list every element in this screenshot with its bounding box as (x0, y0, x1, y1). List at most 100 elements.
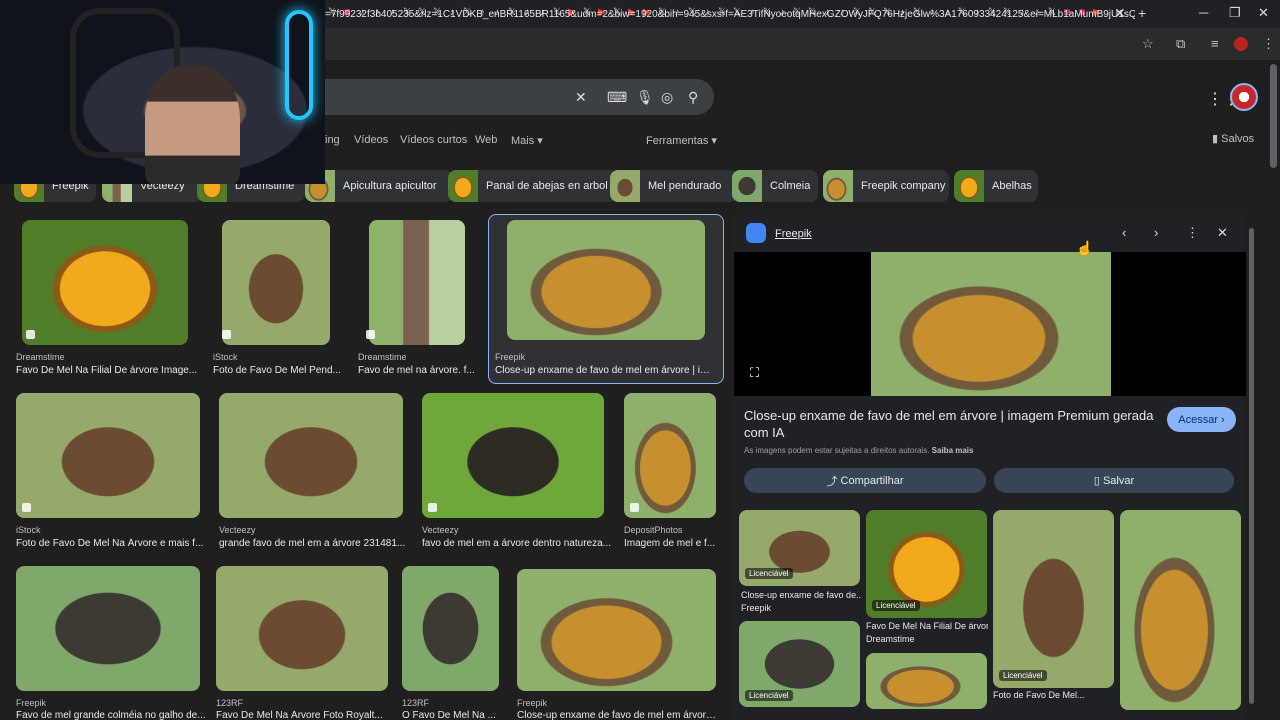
result-image[interactable] (222, 220, 330, 345)
related-image[interactable]: Licenciável Foto de Favo De Mel... (993, 510, 1115, 702)
result-title[interactable]: Foto de Favo De Mel Pend... (213, 365, 341, 376)
related-source: Freepik (741, 603, 772, 613)
keyboard-icon[interactable]: ⌨ (607, 89, 627, 106)
result-image[interactable] (422, 393, 604, 518)
result-source: Vecteezy (219, 525, 256, 535)
microphone-icon[interactable]: 🎙 (636, 89, 654, 106)
image-result[interactable]: Vecteezy favo de mel em a árvore dentro … (422, 393, 617, 553)
result-title[interactable]: Imagem de mel e f... (624, 538, 718, 549)
result-image[interactable] (16, 566, 200, 691)
window-close-icon[interactable]: ✕ (1258, 5, 1269, 21)
result-image[interactable] (507, 220, 705, 340)
saved-button[interactable]: ▮ Salvos (1212, 132, 1254, 145)
related-thumbnail[interactable] (1120, 510, 1241, 710)
search-icon[interactable]: ⚲ (688, 89, 698, 106)
image-result[interactable]: Freepik Favo de mel grande colméia no ga… (16, 566, 211, 720)
image-result[interactable]: Dreamstime Favo de mel na árvore. f... (358, 220, 478, 380)
lens-visual-search-icon[interactable]: ⛶ (750, 365, 759, 381)
extensions-icon[interactable]: ⧉ (1176, 36, 1185, 52)
clear-search-icon[interactable]: ✕ (575, 89, 587, 106)
related-image[interactable] (866, 653, 988, 713)
saved-icon: ▮ (1212, 133, 1222, 145)
share-button[interactable]: ⤴ Compartilhar (744, 468, 986, 493)
licensable-badge: Licenciável (745, 690, 793, 701)
minimize-icon[interactable]: ─ (1199, 5, 1208, 20)
media-controls-icon[interactable]: ≡ (1211, 36, 1219, 51)
tab-more[interactable]: Mais ▾ (511, 134, 543, 147)
chip-mel-pendurado[interactable]: Mel pendurado (610, 170, 738, 202)
result-title[interactable]: grande favo de mel em a árvore 231481... (219, 538, 411, 549)
new-tab-button[interactable]: + (1138, 5, 1146, 21)
close-preview-icon[interactable]: ✕ (1217, 225, 1228, 241)
related-image[interactable]: Licenciável (739, 621, 861, 709)
image-result[interactable]: Freepik Close-up enxame de favo de mel e… (517, 569, 717, 720)
bookmark-star-icon[interactable]: ☆ (1142, 36, 1154, 52)
result-image[interactable] (517, 569, 716, 691)
result-image[interactable] (216, 566, 388, 691)
preview-source-link[interactable]: Freepik (775, 228, 812, 240)
image-result[interactable]: Dreamstime Favo De Mel Na Filial De árvo… (16, 220, 206, 380)
chip-panal-de-abejas[interactable]: Panal de abejas en arbol (448, 170, 618, 202)
related-image[interactable] (1120, 510, 1242, 710)
image-result-selected[interactable]: Freepik Close-up enxame de favo de mel e… (495, 220, 717, 380)
browser-profile-icon[interactable] (1234, 37, 1248, 51)
result-image[interactable] (369, 220, 465, 345)
result-title[interactable]: Close-up enxame de favo de mel em árvore… (517, 710, 717, 720)
tools-button[interactable]: Ferramentas ▾ (646, 134, 717, 147)
visit-button[interactable]: Acessar › (1167, 407, 1236, 432)
image-result[interactable]: Vecteezy grande favo de mel em a árvore … (219, 393, 414, 553)
result-image[interactable] (624, 393, 716, 518)
result-source: Freepik (495, 352, 526, 362)
related-title[interactable]: Favo De Mel Na Filial De árvor... (866, 621, 988, 631)
chip-thumbnail (610, 170, 640, 202)
avatar[interactable] (1230, 83, 1258, 111)
tab-videos[interactable]: Vídeos (354, 134, 388, 146)
result-title[interactable]: Favo De Mel Na Árvore Foto Royalt... (216, 710, 391, 720)
result-image[interactable] (16, 393, 200, 518)
image-result[interactable]: iStock Foto de Favo De Mel Na Árvore e m… (16, 393, 211, 553)
tab-web[interactable]: Web (475, 134, 497, 146)
related-title[interactable]: Foto de Favo De Mel... (993, 690, 1115, 700)
chip-colmeia[interactable]: Colmeia (732, 170, 818, 202)
related-title[interactable]: Close-up enxame de favo de... (741, 590, 861, 600)
related-image[interactable]: Licenciável Close-up enxame de favo de..… (739, 510, 861, 615)
image-result[interactable]: DepositPhotos Imagem de mel e f... (624, 393, 719, 553)
result-title[interactable]: O Favo De Mel Na ... (402, 710, 500, 720)
result-title[interactable]: favo de mel em a árvore dentro natureza.… (422, 538, 614, 549)
save-button[interactable]: ▯ Salvar (994, 468, 1234, 493)
maximize-icon[interactable]: ❐ (1229, 5, 1241, 21)
tab-images[interactable]: ing (325, 134, 340, 146)
related-thumbnail[interactable] (993, 510, 1114, 688)
lens-search-icon[interactable]: ◎ (661, 89, 673, 106)
result-title[interactable]: Close-up enxame de favo de mel em árvore… (495, 365, 713, 376)
learn-more-link[interactable]: Saiba mais (932, 446, 974, 455)
result-image[interactable] (219, 393, 403, 518)
webcam-person (145, 65, 240, 184)
result-title[interactable]: Favo de mel grande colméia no galho de..… (16, 710, 208, 720)
page-scrollbar[interactable] (1270, 64, 1277, 168)
url-field[interactable]: =7f99232f3b405235&rlz=1C1VDKB_enBR1165BR… (325, 9, 1135, 20)
tab-short-videos[interactable]: Vídeos curtos (400, 134, 467, 146)
result-title[interactable]: Favo de mel na árvore. f... (358, 365, 476, 376)
next-image-icon[interactable]: › (1154, 225, 1158, 240)
browser-menu-icon[interactable]: ⋮ (1262, 36, 1275, 52)
previous-image-icon[interactable]: ‹ (1122, 225, 1126, 240)
result-image[interactable] (22, 220, 188, 345)
chip-apicultura[interactable]: Apicultura apicultor (305, 170, 453, 202)
preview-image[interactable] (871, 252, 1111, 396)
image-result[interactable]: 123RF O Favo De Mel Na ... (402, 566, 502, 720)
image-result[interactable]: 123RF Favo De Mel Na Árvore Foto Royalt.… (216, 566, 396, 720)
panel-scrollbar[interactable] (1249, 228, 1254, 704)
related-image[interactable]: Licenciável Favo De Mel Na Filial De árv… (866, 510, 988, 645)
chip-abelhas[interactable]: Abelhas (954, 170, 1038, 202)
licensable-badge: Licenciável (872, 600, 920, 611)
related-thumbnail[interactable] (866, 653, 987, 709)
result-badge-icon (366, 330, 375, 339)
result-image[interactable] (402, 566, 499, 691)
result-title[interactable]: Favo De Mel Na Filial De árvore Image... (16, 365, 201, 376)
chip-thumbnail (448, 170, 478, 202)
result-title[interactable]: Foto de Favo De Mel Na Árvore e mais f..… (16, 538, 208, 549)
image-result[interactable]: iStock Foto de Favo De Mel Pend... (213, 220, 343, 380)
more-options-icon[interactable]: ⋮ (1186, 225, 1199, 241)
chip-freepik-company[interactable]: Freepik company (823, 170, 949, 202)
